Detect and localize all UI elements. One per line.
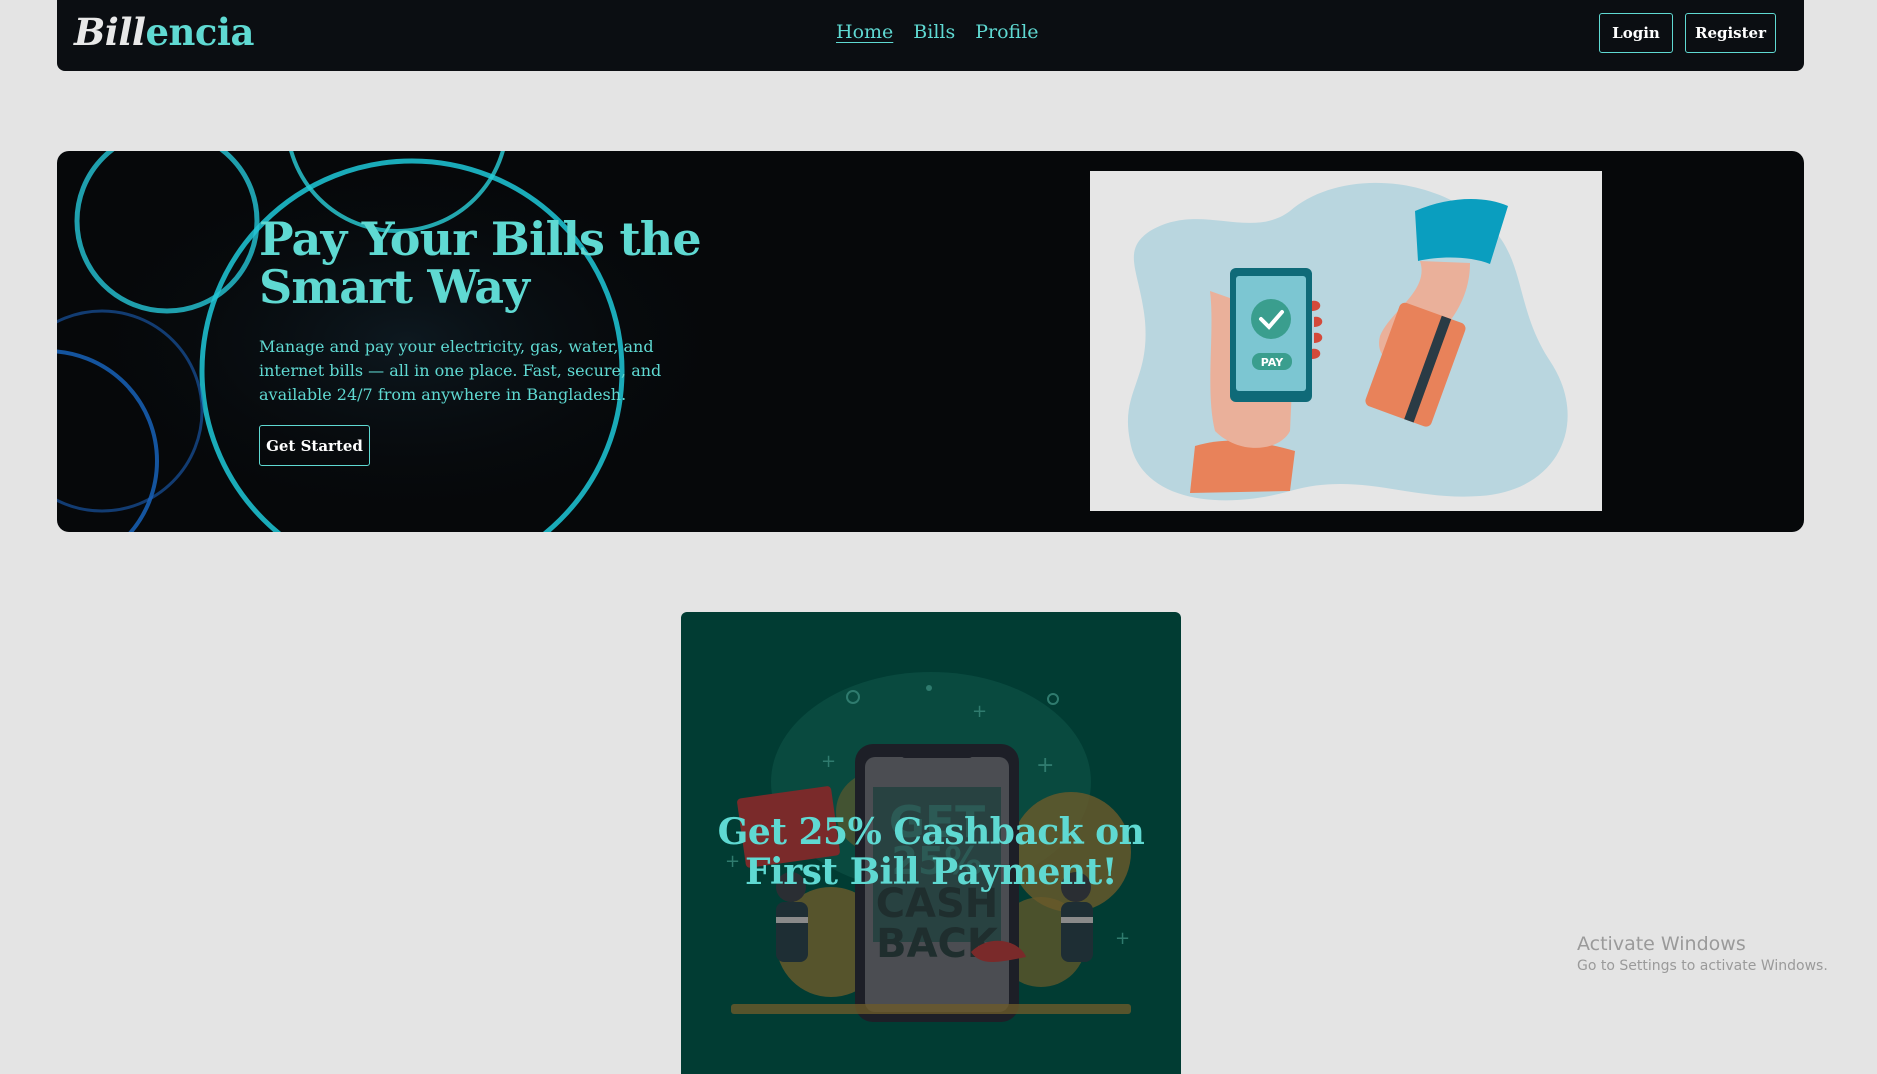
nav-link-home[interactable]: Home	[836, 20, 893, 44]
svg-text:+: +	[1115, 928, 1130, 949]
brand-logo[interactable]: Billencia	[74, 8, 254, 56]
watermark-subtitle: Go to Settings to activate Windows.	[1577, 958, 1828, 974]
navbar: Billencia Home Bills Profile Login Regis…	[57, 0, 1804, 71]
svg-text:+: +	[821, 751, 836, 772]
svg-text:+: +	[972, 701, 987, 722]
register-button[interactable]: Register	[1685, 13, 1776, 53]
login-button[interactable]: Login	[1599, 13, 1673, 53]
watermark-title: Activate Windows	[1577, 933, 1746, 955]
hero-banner: Pay Your Bills the Smart Way Manage and …	[57, 151, 1804, 532]
pay-label: PAY	[1261, 356, 1285, 369]
hero-illustration: PAY	[1090, 171, 1602, 511]
svg-text:+: +	[1036, 753, 1054, 778]
hero-description: Manage and pay your electricity, gas, wa…	[259, 337, 662, 404]
brand-logo-part2: encia	[145, 10, 254, 54]
nav-links: Home Bills Profile	[836, 20, 1039, 44]
promo-title: Get 25% Cashback on First Bill Payment!	[717, 811, 1145, 893]
hero-title: Pay Your Bills the Smart Way	[259, 212, 702, 314]
nav-link-profile[interactable]: Profile	[975, 20, 1038, 44]
nav-link-bills[interactable]: Bills	[913, 20, 955, 44]
cashback-promo-card[interactable]: + + + + + GET 25% CASH BACK Get 25% Cash…	[681, 612, 1181, 1074]
get-started-button[interactable]: Get Started	[259, 425, 370, 466]
payment-illustration: PAY	[1127, 182, 1568, 501]
brand-logo-part1: Bill	[74, 10, 146, 54]
activate-windows-watermark: Activate Windows Go to Settings to activ…	[1577, 932, 1828, 976]
